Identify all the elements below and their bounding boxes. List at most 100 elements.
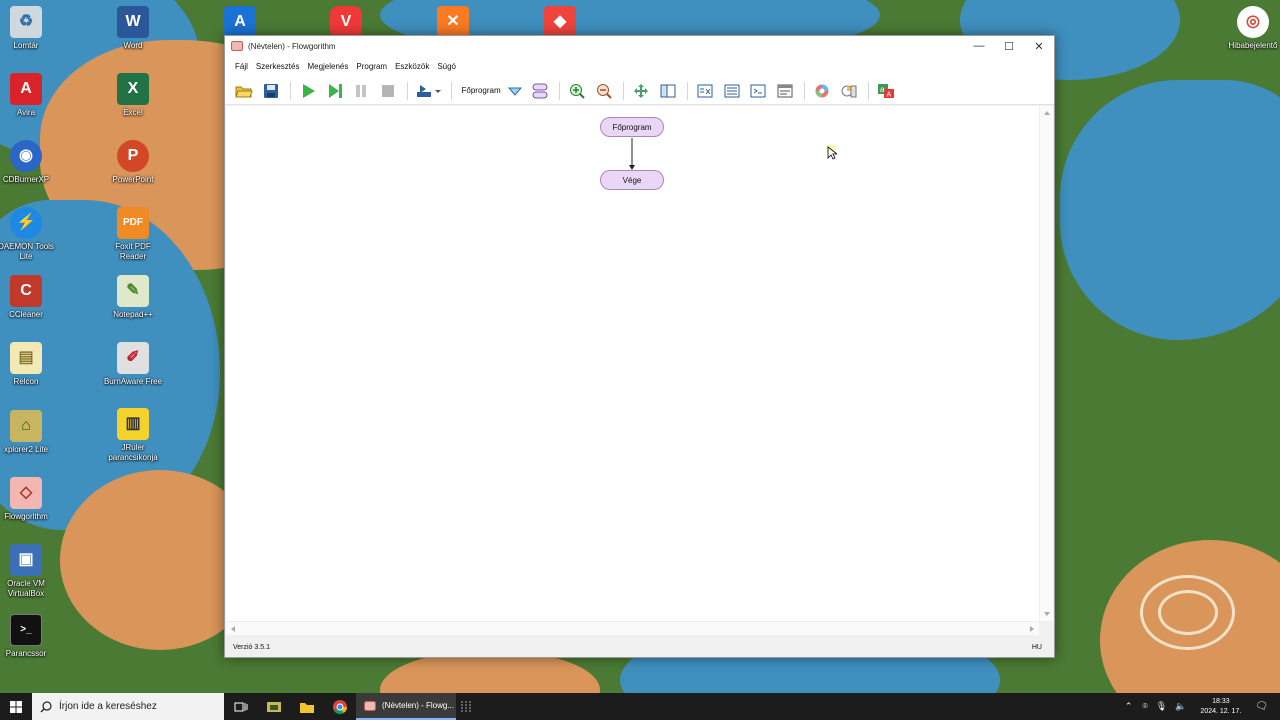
desktop-icon-avira[interactable]: A Avira <box>0 73 58 118</box>
desktop-icon-xplorer2[interactable]: ⌂ xplorer2 Lite <box>0 410 58 455</box>
desktop-icon-label: Lomtár <box>13 41 39 50</box>
powerpoint-icon: P <box>117 140 149 172</box>
zoom-in-button[interactable] <box>566 80 588 102</box>
move-button[interactable] <box>630 80 652 102</box>
desktop-icon-chrome-shortcut[interactable]: ◎ Hibabejelentő <box>1221 6 1280 51</box>
variable-watch-button[interactable] <box>694 80 716 102</box>
desktop-icon-label: Notepad++ <box>113 310 153 319</box>
function-select-value: Főprogram <box>461 86 501 95</box>
run-button[interactable] <box>297 80 319 102</box>
toolbar-separator <box>290 81 291 100</box>
menu-edit[interactable]: Szerkesztés <box>256 60 300 73</box>
desktop-icon-foxit[interactable]: PDF Foxit PDF Reader <box>101 207 165 262</box>
layout-button[interactable] <box>529 80 551 102</box>
pause-button[interactable] <box>350 80 372 102</box>
active-task-label: (Névtelen) - Flowg... <box>382 701 455 710</box>
scroll-arrows-icon <box>1044 111 1050 616</box>
function-select[interactable]: Főprogram <box>462 85 523 97</box>
desktop-icon-flowgorithm[interactable]: ◇ Flowgorithm <box>0 477 58 522</box>
taskbar-flowgorithm-task[interactable]: (Névtelen) - Flowg... <box>356 693 456 720</box>
desktop-icon-label: DAEMON Tools Lite <box>0 242 54 261</box>
save-button[interactable] <box>260 80 282 102</box>
desktop-icon-label: JRuler parancsikonja <box>108 443 158 462</box>
vertical-scrollbar[interactable] <box>1039 106 1053 621</box>
notification-icon[interactable]: 🗨 <box>1255 701 1268 712</box>
xplorer2-icon: ⌂ <box>10 410 42 442</box>
wallpaper-shape <box>1060 80 1280 340</box>
taskbar-file-explorer[interactable] <box>290 693 323 720</box>
desktop-icon-word[interactable]: W Word <box>101 6 165 51</box>
menu-program[interactable]: Program <box>356 60 387 73</box>
ccleaner-icon: C <box>10 275 42 307</box>
taskbar-chrome[interactable] <box>323 693 356 720</box>
desktop-icon-command-prompt[interactable]: >_ Parancssor <box>0 614 58 659</box>
desktop-icon-excel[interactable]: X Excel <box>101 73 165 118</box>
language-button[interactable]: aA <box>875 80 897 102</box>
minimize-button[interactable]: — <box>964 36 994 56</box>
flowgorithm-icon: ◇ <box>10 477 42 509</box>
clock-time: 18:33 <box>1212 697 1230 705</box>
toolbar-separator <box>687 81 689 100</box>
volume-icon[interactable]: 🔈 <box>1175 701 1186 712</box>
desktop-icon-cdburnerxp[interactable]: ◉ CDBurnerXP <box>0 140 58 185</box>
start-node[interactable]: Főprogram <box>600 117 664 137</box>
menu-help[interactable]: Súgó <box>437 60 456 73</box>
flowchart-canvas[interactable]: Főprogram Vége <box>226 106 1039 621</box>
zoom-out-button[interactable] <box>593 80 615 102</box>
source-code-button[interactable] <box>721 80 743 102</box>
taskbar-search-box[interactable]: Írjon ide a kereséshez <box>32 693 224 720</box>
menu-view[interactable]: Megjelenés <box>307 60 348 73</box>
mouse-pointer-icon <box>827 146 837 160</box>
open-button[interactable] <box>233 80 255 102</box>
task-view-button[interactable] <box>224 693 257 720</box>
pause-icon <box>356 84 366 97</box>
desktop-icon-label: Flowgorithm <box>4 512 48 521</box>
chart-style-icon <box>841 85 857 97</box>
network-icon[interactable]: ⌾ <box>1142 701 1147 712</box>
layout-icon <box>532 83 548 98</box>
desktop-icon-relcon[interactable]: ▤ Relcon <box>0 342 58 387</box>
start-button[interactable] <box>0 693 32 720</box>
relcon-icon: ▤ <box>10 342 42 374</box>
desktop-icon-jruler[interactable]: ▥ JRuler parancsikonja <box>101 408 165 463</box>
version-label: Verzió 3.5.1 <box>233 643 270 651</box>
split-view-button[interactable] <box>657 80 679 102</box>
tray-overflow-icon[interactable]: ⌃ <box>1125 701 1133 712</box>
menu-tools[interactable]: Eszközök <box>395 60 429 73</box>
toolbar-separator <box>407 81 408 100</box>
desktop-icon-notepadpp[interactable]: ✎ Notepad++ <box>101 275 165 320</box>
taskbar-clock[interactable]: 18:33 2024. 12. 17. <box>1200 697 1241 717</box>
close-button[interactable]: ✕ <box>1024 36 1054 56</box>
recycle-bin-icon: ♻ <box>10 6 42 38</box>
chart-style-button[interactable] <box>838 80 860 102</box>
step-button[interactable] <box>324 80 346 102</box>
end-node[interactable]: Vége <box>600 170 664 190</box>
microphone-icon[interactable]: 🎙 <box>1156 701 1167 712</box>
menu-file[interactable]: Fájl <box>235 60 248 73</box>
maximize-button[interactable]: ☐ <box>994 36 1024 56</box>
color-button[interactable] <box>811 80 833 102</box>
desktop-icon-burnaware[interactable]: ✐ BurnAware Free <box>101 342 165 387</box>
function-dropdown-icon <box>507 87 522 96</box>
toolbar-separator <box>559 81 561 100</box>
app-grid-icon <box>461 700 471 713</box>
scroll-arrows-icon <box>231 626 1034 632</box>
stop-button[interactable] <box>377 80 399 102</box>
desktop-icon-daemon-tools[interactable]: ⚡ DAEMON Tools Lite <box>0 207 58 262</box>
taskbar-xplorer2[interactable] <box>257 693 290 720</box>
desktop-icon-label: CCleaner <box>9 310 43 319</box>
title-bar[interactable]: (Névtelen) - Flowgorithm — ☐ ✕ <box>225 36 1054 56</box>
desktop-icon-recycle-bin[interactable]: ♻ Lomtár <box>0 6 58 51</box>
console-button[interactable] <box>747 80 769 102</box>
zoom-out-icon <box>596 83 612 99</box>
excel-icon: X <box>117 73 149 105</box>
horizontal-scrollbar[interactable] <box>226 621 1039 635</box>
taskbar-extra-app[interactable] <box>456 693 476 720</box>
chrome-icon: ◎ <box>1237 6 1269 38</box>
desktop-icon-ccleaner[interactable]: C CCleaner <box>0 275 58 320</box>
console-window-button[interactable] <box>774 80 796 102</box>
color-icon <box>815 84 829 97</box>
desktop-icon-powerpoint[interactable]: P PowerPoint <box>101 140 165 185</box>
desktop-icon-virtualbox[interactable]: ▣ Oracle VM VirtualBox <box>0 544 58 599</box>
run-speed-button[interactable] <box>414 80 442 102</box>
